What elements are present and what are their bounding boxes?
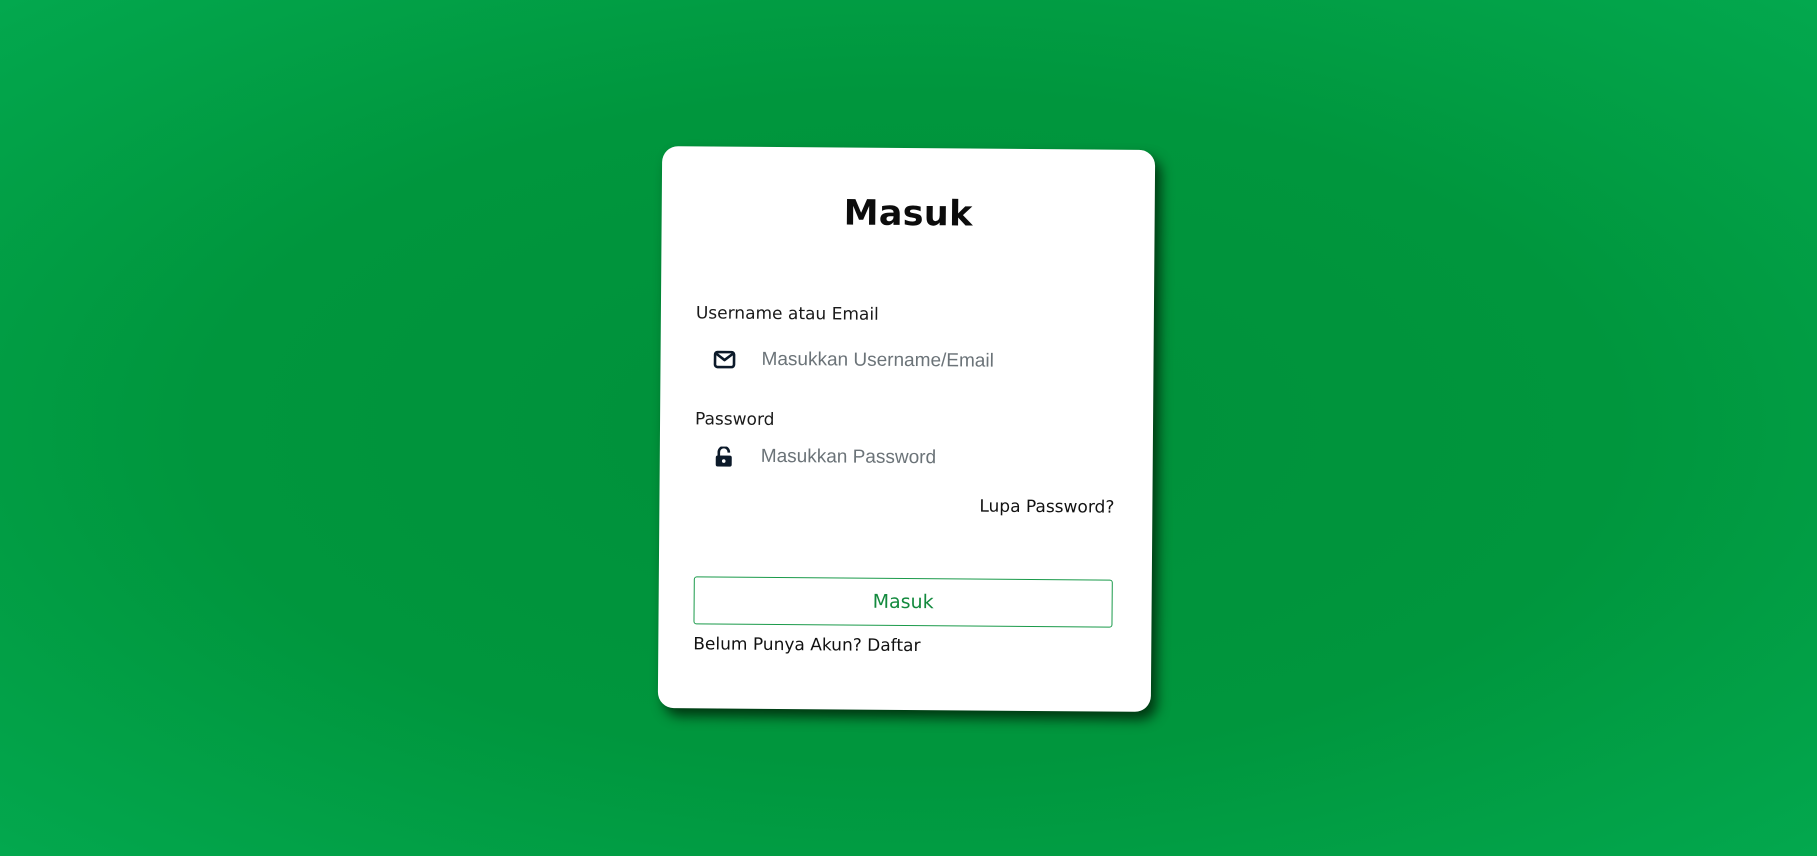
register-link[interactable]: Daftar <box>867 636 920 656</box>
password-field <box>695 433 1113 482</box>
forgot-password-link[interactable]: Lupa Password? <box>979 497 1114 518</box>
username-field <box>695 336 1113 385</box>
username-input[interactable] <box>761 348 1062 374</box>
envelope-icon <box>709 350 739 369</box>
password-input[interactable] <box>760 445 1061 471</box>
register-prompt: Belum Punya Akun? Daftar <box>693 634 920 656</box>
unlock-icon <box>709 445 739 467</box>
password-label: Password <box>694 409 775 430</box>
username-label: Username atau Email <box>695 303 879 325</box>
login-button[interactable]: Masuk <box>693 576 1113 628</box>
page-title: Masuk <box>843 193 973 235</box>
login-card: Masuk Username atau Email Password Lupa … <box>657 146 1156 712</box>
register-prompt-text: Belum Punya Akun? <box>693 634 862 656</box>
